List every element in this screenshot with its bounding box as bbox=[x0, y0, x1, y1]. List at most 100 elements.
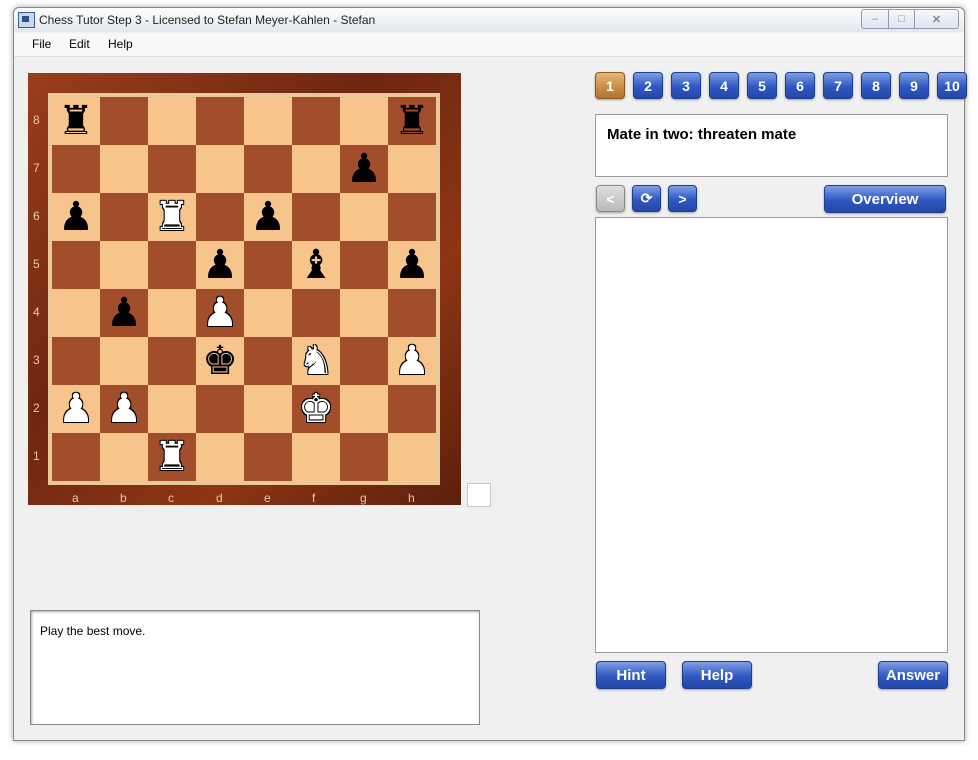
square-f7[interactable] bbox=[292, 145, 340, 193]
square-a3[interactable] bbox=[52, 337, 100, 385]
black-king-icon[interactable]: ♚ bbox=[202, 341, 238, 381]
maximize-button[interactable]: □ bbox=[889, 9, 915, 29]
exercise-tab-8[interactable]: 8 bbox=[861, 72, 891, 99]
square-e8[interactable] bbox=[244, 97, 292, 145]
square-c7[interactable] bbox=[148, 145, 196, 193]
square-b8[interactable] bbox=[100, 97, 148, 145]
square-h1[interactable] bbox=[388, 433, 436, 481]
black-pawn-icon[interactable]: ♟ bbox=[202, 245, 238, 285]
square-a1[interactable] bbox=[52, 433, 100, 481]
square-c1[interactable]: ♜ bbox=[148, 433, 196, 481]
exercise-tab-10[interactable]: 10 bbox=[937, 72, 967, 99]
square-a6[interactable]: ♟ bbox=[52, 193, 100, 241]
square-g3[interactable] bbox=[340, 337, 388, 385]
moves-panel[interactable] bbox=[595, 217, 948, 653]
square-a5[interactable] bbox=[52, 241, 100, 289]
square-g6[interactable] bbox=[340, 193, 388, 241]
square-d5[interactable]: ♟ bbox=[196, 241, 244, 289]
black-rook-icon[interactable]: ♜ bbox=[394, 101, 430, 141]
square-g7[interactable]: ♟ bbox=[340, 145, 388, 193]
square-f5[interactable]: ♝ bbox=[292, 241, 340, 289]
square-h6[interactable] bbox=[388, 193, 436, 241]
square-g5[interactable] bbox=[340, 241, 388, 289]
square-d8[interactable] bbox=[196, 97, 244, 145]
square-b6[interactable] bbox=[100, 193, 148, 241]
square-e5[interactable] bbox=[244, 241, 292, 289]
square-d6[interactable] bbox=[196, 193, 244, 241]
white-knight-icon[interactable]: ♞ bbox=[298, 341, 334, 381]
square-e7[interactable] bbox=[244, 145, 292, 193]
square-f8[interactable] bbox=[292, 97, 340, 145]
black-pawn-icon[interactable]: ♟ bbox=[250, 197, 286, 237]
exercise-tab-4[interactable]: 4 bbox=[709, 72, 739, 99]
white-pawn-icon[interactable]: ♟ bbox=[202, 293, 238, 333]
square-c5[interactable] bbox=[148, 241, 196, 289]
exercise-tab-1[interactable]: 1 bbox=[595, 72, 625, 99]
exercise-tab-3[interactable]: 3 bbox=[671, 72, 701, 99]
menu-edit[interactable]: Edit bbox=[69, 37, 90, 51]
square-b2[interactable]: ♟ bbox=[100, 385, 148, 433]
menu-help[interactable]: Help bbox=[108, 37, 133, 51]
hint-button[interactable]: Hint bbox=[596, 661, 666, 689]
square-e3[interactable] bbox=[244, 337, 292, 385]
chess-board[interactable]: ♜ ♜ ♟ ♟ ♜ ♟ ♟ ♝ ♟ ♟ ♟ ♚ ♞ ♟ ♟ ♟ ♚ ♜ bbox=[52, 97, 436, 481]
back-button[interactable]: < bbox=[596, 185, 625, 212]
black-pawn-icon[interactable]: ♟ bbox=[58, 197, 94, 237]
exercise-tab-5[interactable]: 5 bbox=[747, 72, 777, 99]
square-d7[interactable] bbox=[196, 145, 244, 193]
minimize-button[interactable]: – bbox=[861, 9, 889, 29]
square-f6[interactable] bbox=[292, 193, 340, 241]
square-e1[interactable] bbox=[244, 433, 292, 481]
square-e4[interactable] bbox=[244, 289, 292, 337]
square-f1[interactable] bbox=[292, 433, 340, 481]
square-c6[interactable]: ♜ bbox=[148, 193, 196, 241]
answer-button[interactable]: Answer bbox=[878, 661, 948, 689]
white-pawn-icon[interactable]: ♟ bbox=[58, 389, 94, 429]
white-rook-icon[interactable]: ♜ bbox=[154, 197, 190, 237]
square-f3[interactable]: ♞ bbox=[292, 337, 340, 385]
square-c3[interactable] bbox=[148, 337, 196, 385]
black-pawn-icon[interactable]: ♟ bbox=[106, 293, 142, 333]
square-c4[interactable] bbox=[148, 289, 196, 337]
square-b3[interactable] bbox=[100, 337, 148, 385]
exercise-tab-7[interactable]: 7 bbox=[823, 72, 853, 99]
black-bishop-icon[interactable]: ♝ bbox=[298, 245, 334, 285]
square-h8[interactable]: ♜ bbox=[388, 97, 436, 145]
white-pawn-icon[interactable]: ♟ bbox=[394, 341, 430, 381]
square-g2[interactable] bbox=[340, 385, 388, 433]
square-h5[interactable]: ♟ bbox=[388, 241, 436, 289]
help-button[interactable]: Help bbox=[682, 661, 752, 689]
square-b7[interactable] bbox=[100, 145, 148, 193]
refresh-button[interactable]: ⟳ bbox=[632, 185, 661, 212]
square-e2[interactable] bbox=[244, 385, 292, 433]
square-d4[interactable]: ♟ bbox=[196, 289, 244, 337]
overview-button[interactable]: Overview bbox=[824, 185, 946, 213]
square-a7[interactable] bbox=[52, 145, 100, 193]
square-d2[interactable] bbox=[196, 385, 244, 433]
square-c2[interactable] bbox=[148, 385, 196, 433]
title-bar[interactable]: Chess Tutor Step 3 - Licensed to Stefan … bbox=[14, 8, 964, 32]
square-a4[interactable] bbox=[52, 289, 100, 337]
square-h3[interactable]: ♟ bbox=[388, 337, 436, 385]
white-rook-icon[interactable]: ♜ bbox=[154, 437, 190, 477]
square-h2[interactable] bbox=[388, 385, 436, 433]
square-b4[interactable]: ♟ bbox=[100, 289, 148, 337]
black-pawn-icon[interactable]: ♟ bbox=[394, 245, 430, 285]
square-f2[interactable]: ♚ bbox=[292, 385, 340, 433]
square-g8[interactable] bbox=[340, 97, 388, 145]
exercise-tab-6[interactable]: 6 bbox=[785, 72, 815, 99]
square-g1[interactable] bbox=[340, 433, 388, 481]
exercise-tab-2[interactable]: 2 bbox=[633, 72, 663, 99]
square-b5[interactable] bbox=[100, 241, 148, 289]
square-f4[interactable] bbox=[292, 289, 340, 337]
menu-file[interactable]: File bbox=[32, 37, 51, 51]
square-e6[interactable]: ♟ bbox=[244, 193, 292, 241]
square-b1[interactable] bbox=[100, 433, 148, 481]
square-a2[interactable]: ♟ bbox=[52, 385, 100, 433]
square-d1[interactable] bbox=[196, 433, 244, 481]
square-d3[interactable]: ♚ bbox=[196, 337, 244, 385]
square-g4[interactable] bbox=[340, 289, 388, 337]
exercise-tab-9[interactable]: 9 bbox=[899, 72, 929, 99]
forward-button[interactable]: > bbox=[668, 185, 697, 212]
square-c8[interactable] bbox=[148, 97, 196, 145]
